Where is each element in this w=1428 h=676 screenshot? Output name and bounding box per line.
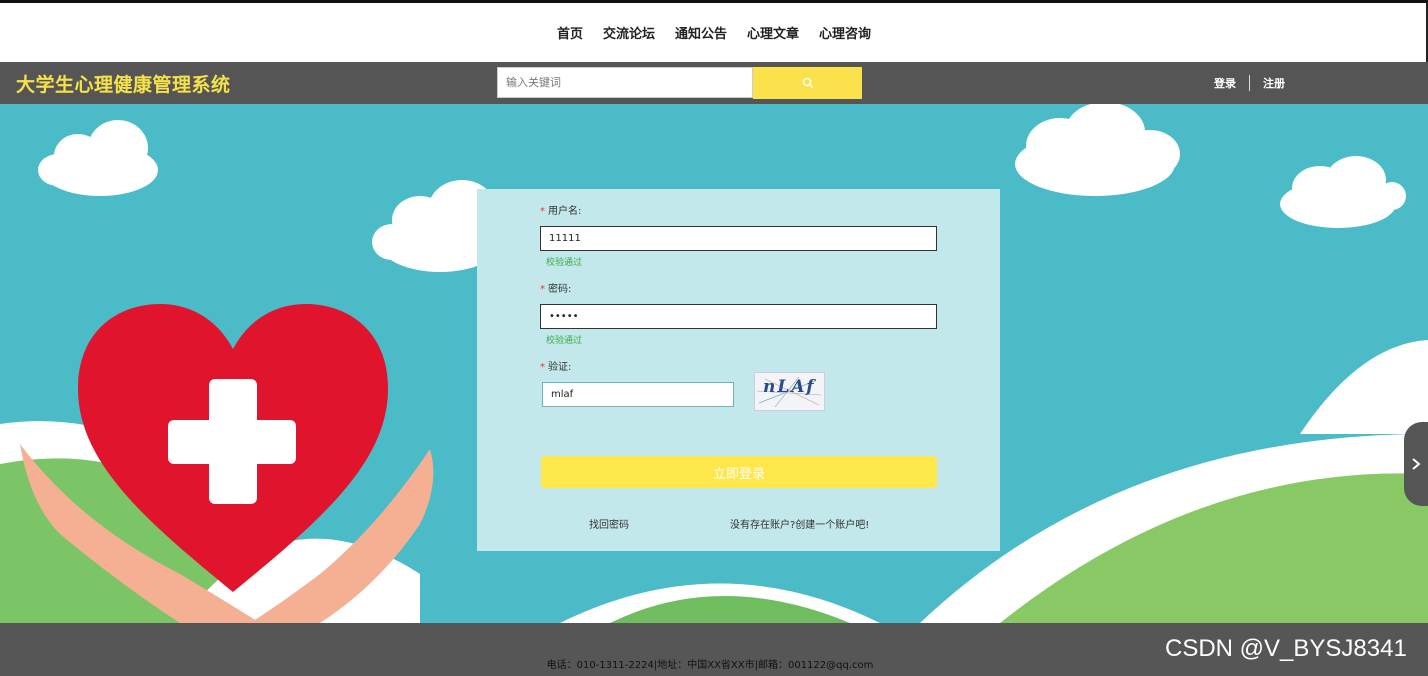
login-submit-button[interactable]: 立即登录	[541, 456, 937, 488]
password-status: 校验通过	[546, 336, 583, 346]
username-input[interactable]	[540, 226, 937, 251]
create-account-link[interactable]: 没有存在账户?创建一个账户吧!	[730, 516, 869, 531]
password-label: * 密码:	[540, 284, 572, 295]
captcha-text: nLAf	[763, 377, 816, 397]
site-title: 大学生心理健康管理系统	[16, 74, 231, 96]
captcha-image[interactable]: nLAf	[754, 372, 825, 411]
cloud-right	[1280, 156, 1406, 228]
search-button[interactable]	[753, 67, 862, 99]
login-panel: *用户名: 校验通过 *密码: 校验通过 *验证: nLAf 立即登录 找回密码…	[477, 189, 1000, 551]
footer-contact: 电话：010-1311-2224|地址：中国XX省XX市|邮箱：001122@q…	[546, 660, 874, 671]
nav-item-forum[interactable]: 交流论坛	[603, 23, 655, 42]
header-bar: 大学生心理健康管理系统 登录 注册	[0, 62, 1428, 104]
forgot-password-link[interactable]: 找回密码	[589, 516, 629, 531]
footer: CSDN @V_BYSJ8341 电话：010-1311-2224|地址：中国X…	[0, 623, 1428, 676]
username-status: 校验通过	[546, 258, 583, 268]
nav-item-consult[interactable]: 心理咨询	[819, 23, 871, 42]
captcha-input[interactable]	[542, 382, 734, 407]
search-icon	[802, 77, 813, 89]
nav-item-articles[interactable]: 心理文章	[747, 23, 799, 42]
cloud-top-left	[38, 120, 158, 196]
nav-item-home[interactable]: 首页	[557, 23, 583, 42]
login-link[interactable]: 登录	[1214, 75, 1236, 91]
side-expand-tab[interactable]	[1404, 422, 1428, 506]
search-input[interactable]	[497, 67, 753, 98]
divider	[1249, 75, 1250, 91]
register-link[interactable]: 注册	[1263, 75, 1285, 91]
cloud-top-right	[1015, 104, 1180, 196]
auth-links: 登录 注册	[1214, 75, 1285, 91]
top-nav: 首页 交流论坛 通知公告 心理文章 心理咨询	[0, 3, 1428, 62]
password-input[interactable]	[540, 304, 937, 329]
nav-item-notices[interactable]: 通知公告	[675, 23, 727, 42]
chevron-right-icon	[1412, 458, 1421, 470]
captcha-label: * 验证:	[540, 362, 572, 373]
username-label: * 用户名:	[540, 206, 582, 217]
